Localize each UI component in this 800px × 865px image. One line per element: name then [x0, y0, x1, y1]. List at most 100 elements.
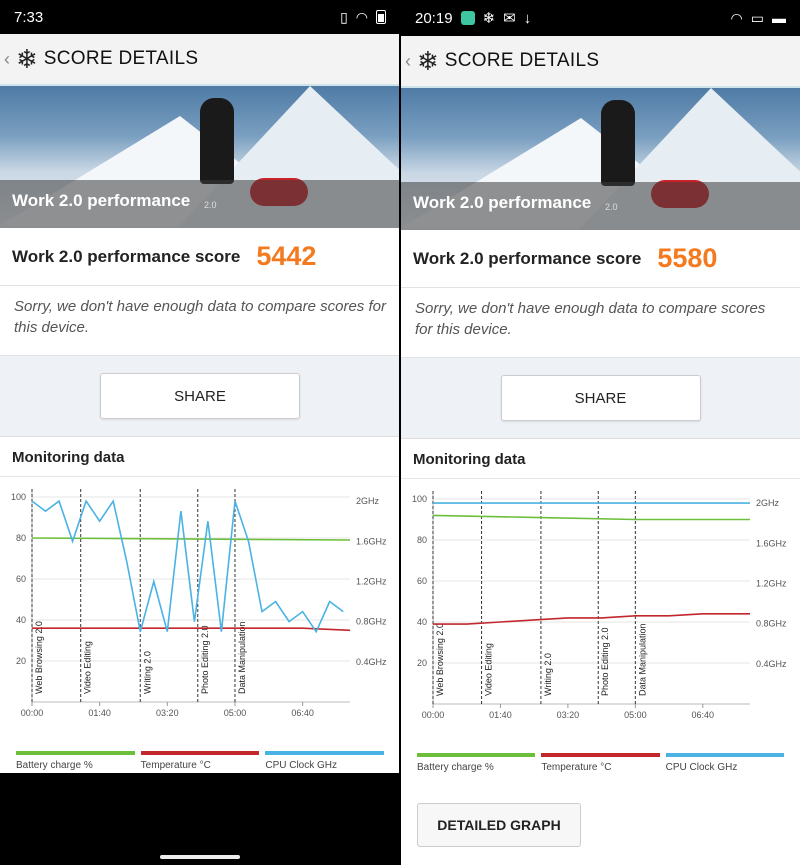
y-left-tick: 100 [412, 494, 427, 504]
y-right-tick: 2GHz [756, 498, 780, 508]
battery-icon [376, 10, 386, 24]
hero-title: Work 2.0 performance [413, 193, 592, 212]
legend-temperature: Temperature °C [140, 751, 260, 771]
vibrate-icon: ▯ [340, 8, 348, 25]
y-left-tick: 100 [11, 492, 26, 502]
wifi-icon: ◠ [355, 8, 368, 25]
3dmark-snowflake-icon: ❄ [16, 43, 38, 74]
chart-legend: Battery charge % Temperature °C CPU Cloc… [0, 751, 400, 771]
share-button[interactable]: SHARE [500, 375, 701, 421]
mail-icon: ✉ [503, 10, 516, 27]
detailed-graph-button[interactable]: DETAILED GRAPH [417, 803, 581, 847]
score-label: Work 2.0 performance score [12, 246, 241, 266]
x-tick: 01:40 [489, 710, 512, 720]
app-notification-icon [460, 11, 475, 25]
y-left-tick: 80 [16, 533, 26, 543]
y-left-tick: 80 [417, 535, 427, 545]
back-icon[interactable]: ‹ [4, 49, 14, 70]
y-right-tick: 1.2GHz [756, 578, 787, 588]
y-right-tick: 1.6GHz [756, 538, 787, 548]
score-label: Work 2.0 performance score [413, 248, 642, 268]
3dmark-snowflake-icon: ❄ [417, 45, 439, 76]
legend-temperature: Temperature °C [541, 753, 660, 773]
monitoring-section: Monitoring data 20 40 60 80 100 0.4GHz 0.8GHz 1… [401, 438, 800, 773]
download-icon: ↓ [523, 9, 532, 27]
x-tick: 00:00 [21, 708, 44, 718]
y-right-tick: 2GHz [356, 496, 380, 506]
legend-battery: Battery charge % [16, 751, 135, 771]
workload-label: Data Manipulation [237, 621, 247, 694]
share-button[interactable]: SHARE [100, 373, 300, 419]
status-bar: 7:33 ▯ ◠ [0, 0, 400, 34]
skier-figure [601, 100, 635, 186]
workload-label: Video Editing [83, 641, 93, 694]
y-right-tick: 1.2GHz [356, 576, 387, 586]
x-tick: 03:20 [156, 708, 179, 718]
monitoring-title: Monitoring data [0, 436, 400, 476]
workload-label: Photo Editing 2.0 [600, 627, 610, 696]
cast-icon: ▭ [750, 9, 764, 26]
benchmark-hero-image: Work 2.0 performance 2.0 [401, 88, 800, 230]
compare-message: Sorry, we don't have enough data to comp… [401, 288, 800, 358]
y-left-tick: 60 [417, 576, 427, 586]
x-tick: 03:20 [557, 710, 580, 720]
y-right-tick: 1.6GHz [356, 536, 387, 546]
workload-label: Web Browsing 2.0 [34, 621, 44, 694]
share-section: SHARE [401, 358, 800, 438]
share-section: SHARE [0, 356, 400, 436]
status-time: 7:33 [14, 8, 44, 26]
x-tick: 05:00 [224, 708, 247, 718]
battery-series [432, 514, 750, 521]
monitoring-chart: 20 40 60 80 100 0.4GHz 0.8GHz 1.2GHz 1.6GHz 2GHz 0… [11, 489, 387, 718]
y-right-tick: 0.4GHz [356, 657, 387, 667]
score-value: 5442 [256, 241, 317, 271]
page-title: SCORE DETAILS [444, 50, 600, 71]
chart-legend: Battery charge % Temperature °C CPU Cloc… [401, 753, 800, 773]
wifi-icon: ◠ [730, 9, 743, 26]
y-left-tick: 40 [16, 615, 26, 625]
score-card: Work 2.0 performance score 5442 [0, 228, 400, 286]
cpu-clock-series [31, 499, 344, 634]
app-bar: ‹ ❄ SCORE DETAILS [0, 34, 400, 86]
monitoring-section: Monitoring data 20 40 60 80 100 0.4GHz 0.8GHz 1… [0, 436, 400, 771]
workload-label: Writing 2.0 [142, 651, 152, 694]
navigation-bar [0, 773, 400, 865]
y-right-tick: 0.8GHz [356, 617, 387, 627]
workload-label: Writing 2.0 [543, 653, 553, 696]
workload-label: Photo Editing 2.0 [200, 625, 210, 694]
score-value: 5580 [657, 243, 718, 273]
monitoring-title: Monitoring data [401, 438, 800, 478]
legend-battery: Battery charge % [417, 753, 536, 773]
hero-version: 2.0 [204, 200, 217, 210]
temperature-series [32, 627, 351, 632]
x-tick: 06:40 [692, 710, 715, 720]
workload-label: Web Browsing 2.0 [435, 623, 445, 696]
home-gesture-pill[interactable] [160, 855, 240, 859]
x-tick: 05:00 [624, 710, 647, 720]
back-icon[interactable]: ‹ [405, 51, 415, 72]
benchmark-hero-image: Work 2.0 performance 2.0 [0, 86, 400, 228]
app-bar: ‹ ❄ SCORE DETAILS [401, 36, 800, 88]
status-time: 20:19 [415, 9, 453, 27]
workload-label: Data Manipulation [637, 623, 647, 696]
right-screenshot: 20:19 ❄ ✉ ↓ ◠ ▭ ▬ ‹ ❄ SCORE DETAILS Work… [401, 0, 800, 865]
y-right-tick: 0.8GHz [756, 619, 787, 629]
battery-icon: ▬ [772, 10, 786, 26]
left-screenshot: 7:33 ▯ ◠ ‹ ❄ SCORE DETAILS Work 2.0 perf… [0, 0, 400, 865]
legend-cpu: CPU Clock GHz [265, 751, 385, 771]
workload-label: Video Editing [484, 643, 494, 696]
y-left-tick: 20 [417, 658, 427, 668]
x-tick: 00:00 [422, 710, 445, 720]
skier-figure [200, 98, 234, 184]
page-title: SCORE DETAILS [43, 48, 199, 69]
legend-cpu: CPU Clock GHz [665, 753, 784, 773]
y-right-tick: 0.4GHz [756, 659, 787, 669]
compare-message: Sorry, we don't have enough data to comp… [0, 286, 400, 356]
y-left-tick: 60 [16, 574, 26, 584]
y-left-tick: 20 [16, 656, 26, 666]
temperature-series [433, 613, 750, 625]
x-tick: 01:40 [88, 708, 111, 718]
snowflake-notification-icon: ❄ [482, 10, 496, 27]
x-tick: 06:40 [291, 708, 314, 718]
score-card: Work 2.0 performance score 5580 [401, 230, 800, 288]
